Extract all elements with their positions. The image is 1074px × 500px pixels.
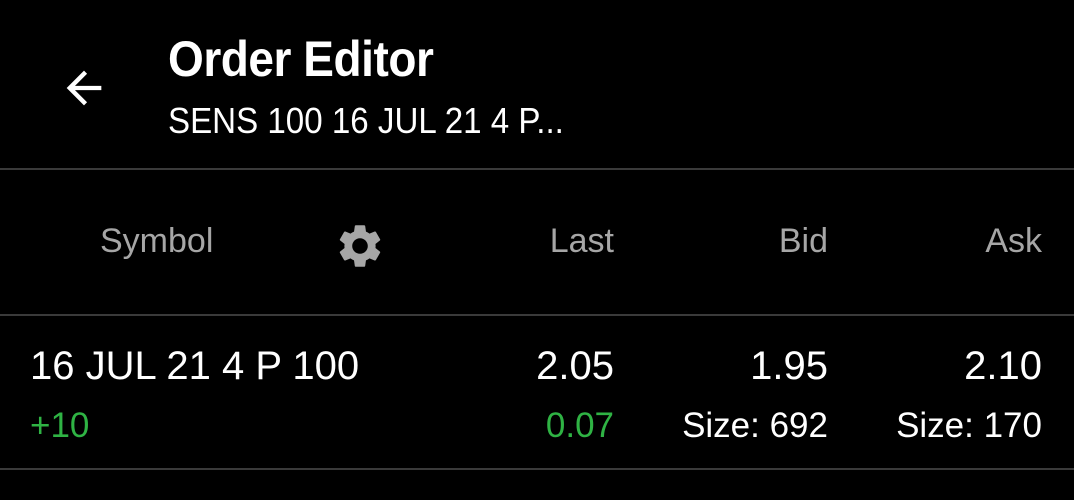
back-button[interactable] (48, 52, 120, 124)
row-position: +10 (30, 406, 90, 445)
table-row[interactable]: 16 JUL 21 4 P 100 +10 2.05 0.07 1.95 Siz… (0, 316, 1074, 468)
row-ask-price[interactable]: 2.10 (964, 344, 1042, 389)
column-header-ask[interactable]: Ask (985, 222, 1042, 261)
row-last-price: 2.05 (536, 344, 614, 388)
row-ask-size: Size: 170 (896, 406, 1042, 445)
row-divider (0, 468, 1074, 470)
app-header: Order Editor SENS 100 16 JUL 21 4 P... (0, 0, 1074, 168)
header-divider (0, 168, 1074, 170)
settings-button[interactable] (334, 220, 386, 272)
page-subtitle: SENS 100 16 JUL 21 4 P... (168, 100, 564, 141)
arrow-left-icon (66, 70, 102, 106)
column-header-last[interactable]: Last (550, 222, 614, 261)
page-title: Order Editor (168, 31, 434, 87)
row-bid-price[interactable]: 1.95 (750, 344, 828, 389)
row-change: 0.07 (545, 406, 614, 445)
row-symbol: 16 JUL 21 4 P 100 (30, 344, 360, 388)
column-header-bid[interactable]: Bid (779, 222, 828, 261)
gear-icon (339, 225, 381, 267)
column-header-symbol[interactable]: Symbol (100, 222, 213, 261)
row-bid-size: Size: 692 (682, 406, 828, 445)
